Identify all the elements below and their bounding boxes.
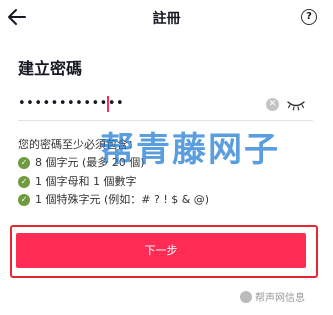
password-field[interactable]: ••••••••••••• ✕: [18, 94, 313, 121]
page-title: 註冊: [152, 11, 181, 27]
top-bar: 註冊 ?: [0, 0, 333, 36]
check-icon: ✓: [18, 194, 30, 206]
requirement-item: ✓ 8 個字元 (最多 20 個): [18, 156, 145, 170]
check-icon: ✓: [18, 176, 30, 188]
wechat-logo-icon: [240, 290, 252, 303]
hide-password-eye-icon[interactable]: [286, 97, 306, 111]
clear-icon[interactable]: ✕: [266, 98, 279, 111]
next-button[interactable]: 下一步: [16, 233, 306, 268]
text-cursor: [107, 96, 109, 112]
create-password-heading: 建立密碼: [18, 59, 83, 78]
requirement-item: ✓ 1 個字母和 1 個數字: [18, 175, 137, 189]
help-icon[interactable]: ?: [301, 9, 317, 25]
source-watermark: 帮声网信息: [240, 289, 305, 304]
requirement-item: ✓ 1 個特殊字元 (例如：# ? ! $ & @): [18, 193, 209, 207]
check-icon: ✓: [18, 157, 30, 169]
requirements-title: 您的密碼至少必須包含：: [18, 138, 139, 151]
